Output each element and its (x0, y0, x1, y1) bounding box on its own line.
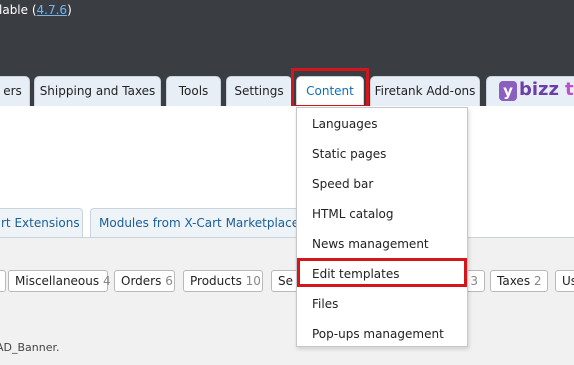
tab-label: Shipping and Taxes (39, 84, 156, 98)
tab-label: Settings (234, 84, 284, 98)
category-count: 6 (165, 274, 173, 288)
menu-item-files[interactable]: Files (312, 297, 338, 311)
tab-tools[interactable]: Tools (166, 76, 221, 106)
version-link[interactable]: 4.7.6 (37, 3, 68, 17)
edit-templates-highlight (297, 258, 467, 287)
menu-item-static-pages[interactable]: Static pages (312, 147, 386, 161)
category-count: 4 (102, 274, 111, 288)
category-count: 10 (245, 274, 261, 288)
category-count: 2 (533, 274, 542, 288)
category-label: Orders (121, 274, 162, 288)
category-filter-button[interactable]: Taxes 2 (490, 270, 548, 292)
category-filter-area (0, 238, 574, 365)
tab-settings[interactable]: Settings (226, 76, 292, 106)
category-label: Products (190, 274, 242, 288)
menu-item-popups-management[interactable]: Pop-ups management (312, 327, 444, 341)
upgrade-notice-text: lable ( (0, 3, 37, 17)
subtab-installed-extensions[interactable]: rt Extensions (0, 208, 83, 238)
category-label: Se (278, 274, 293, 288)
category-count: 3 (470, 274, 478, 288)
menu-item-languages[interactable]: Languages (312, 117, 377, 131)
ybizz-name-rest: t (565, 79, 574, 100)
tab-shipping-and-taxes[interactable]: Shipping and Taxes (34, 76, 161, 106)
subtab-label: Modules from X-Cart Marketplace (99, 216, 300, 230)
menu-item-speed-bar[interactable]: Speed bar (312, 177, 373, 191)
subtab-label: rt Extensions (1, 216, 80, 230)
ybizz-logo-icon: y (499, 81, 517, 101)
category-label: Miscellaneous (15, 274, 100, 288)
upgrade-notice-end: ) (67, 3, 72, 17)
category-filter-button[interactable]: Us (555, 270, 574, 292)
tab-firetank-add-ons[interactable]: Firetank Add-ons (370, 76, 480, 106)
tab-users[interactable]: ers (0, 76, 30, 106)
category-filter-button[interactable]: Products 10 (183, 270, 263, 292)
tab-label: Firetank Add-ons (374, 84, 476, 98)
upgrade-notice: lable (4.7.6) (0, 3, 72, 17)
category-filter-button-prev[interactable] (0, 270, 6, 292)
category-filter-button[interactable]: Miscellaneous 4 (8, 270, 111, 292)
content-tab-highlight (291, 68, 369, 108)
content-dropdown-menu: Languages Static pages Speed bar HTML ca… (296, 107, 468, 347)
menu-item-news-management[interactable]: News management (312, 237, 429, 251)
category-filter-button[interactable]: Orders 6 (114, 270, 175, 292)
tab-label: Tools (178, 84, 209, 98)
category-label: Us (562, 274, 574, 288)
tab-label: ers (3, 84, 22, 98)
ybizz-name: bizz (519, 79, 560, 100)
subtab-marketplace-modules[interactable]: Modules from X-Cart Marketplace (90, 208, 300, 238)
module-description-text: AD_Banner. (0, 341, 60, 354)
category-label: Taxes (497, 274, 531, 288)
menu-item-html-catalog[interactable]: HTML catalog (312, 207, 394, 221)
